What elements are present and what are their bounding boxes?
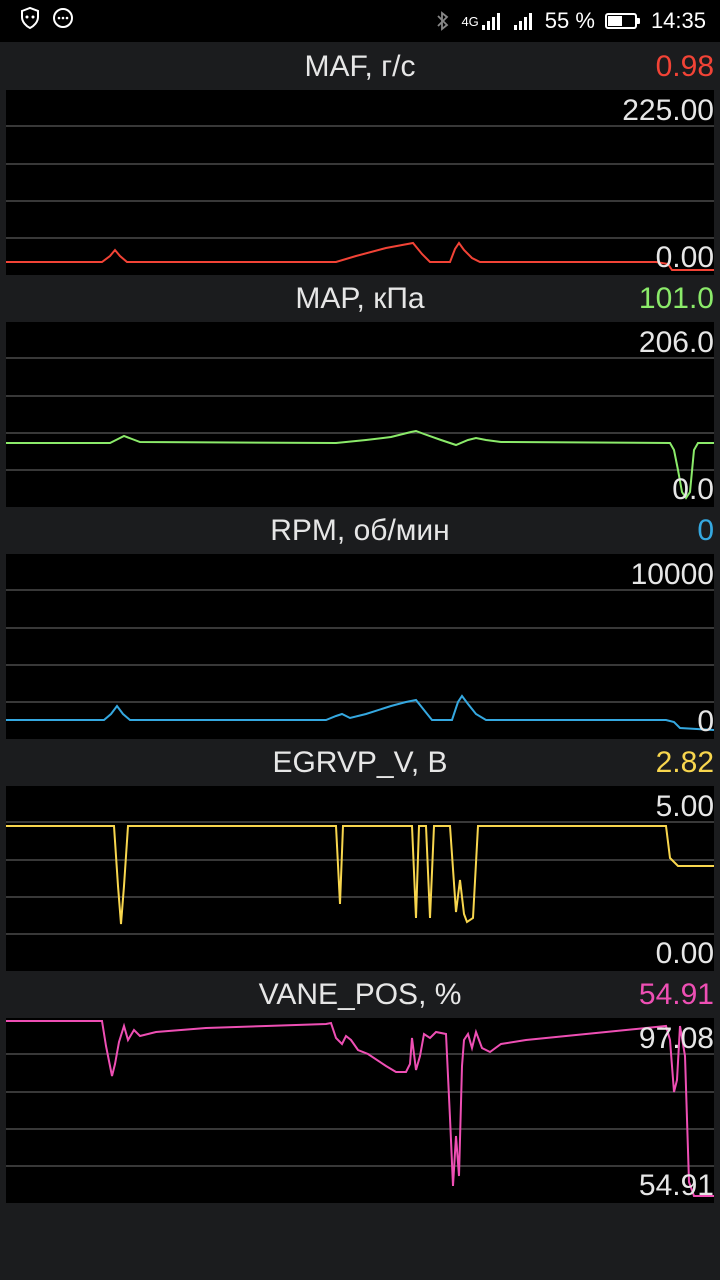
clock-time: 14:35 <box>650 8 706 33</box>
map-trace <box>6 429 714 500</box>
maf-min-label: 0.00 <box>655 241 714 274</box>
maf-title: MAF, г/с <box>304 50 416 83</box>
rpm-panel: RPM, об/мин 0 10000 0 <box>0 508 720 739</box>
vane-pos-max-label: 97.08 <box>638 1022 714 1055</box>
map-graph[interactable]: 206.0 0.0 <box>6 322 714 507</box>
map-current-value: 101.0 <box>638 282 714 315</box>
rpm-min-label: 0 <box>697 705 714 738</box>
network-signal-icon: 4G <box>461 11 502 31</box>
egrvp-title: EGRVP_V, B <box>272 746 448 779</box>
map-title: MAP, кПа <box>295 282 425 315</box>
shield-icon <box>18 6 42 36</box>
status-bar: 4G 55 % 14:35 <box>0 0 720 42</box>
vane-pos-trace <box>6 1020 714 1197</box>
egrvp-current-value: 2.82 <box>655 746 714 779</box>
vane-pos-graph[interactable]: 97.08 54.91 <box>6 1018 714 1203</box>
chat-bubble-icon <box>52 7 74 35</box>
rpm-trace <box>6 694 714 731</box>
egrvp-min-label: 0.00 <box>655 937 714 970</box>
maf-max-label: 225.00 <box>622 94 714 127</box>
vane-pos-panel: VANE_POS, % 54.91 97.08 54.91 <box>0 972 720 1203</box>
maf-trace <box>6 241 714 271</box>
bluetooth-icon <box>435 10 451 32</box>
rpm-graph[interactable]: 10000 0 <box>6 554 714 739</box>
maf-current-value: 0.98 <box>655 50 714 83</box>
network-type-label: 4G <box>461 13 479 29</box>
bottom-area <box>0 1204 720 1280</box>
map-min-label: 0.0 <box>672 473 714 506</box>
egrvp-max-label: 5.00 <box>655 790 714 823</box>
rpm-current-value: 0 <box>697 514 714 547</box>
egrvp-panel: EGRVP_V, B 2.82 5.00 0.00 <box>0 740 720 971</box>
battery-icon <box>604 13 640 29</box>
vane-pos-min-label: 54.91 <box>638 1169 714 1202</box>
vane-pos-title: VANE_POS, % <box>258 978 462 1011</box>
vane-pos-current-value: 54.91 <box>638 978 714 1011</box>
battery-percent: 55 % <box>544 8 595 33</box>
egrvp-trace <box>6 825 714 925</box>
map-max-label: 206.0 <box>638 326 714 359</box>
egrvp-graph[interactable]: 5.00 0.00 <box>6 786 714 971</box>
maf-panel: MAF, г/с 0.98 225.00 0.00 <box>0 44 720 275</box>
map-panel: MAP, кПа 101.0 206.0 0.0 <box>0 276 720 507</box>
rpm-title: RPM, об/мин <box>270 514 450 547</box>
maf-graph[interactable]: 225.00 0.00 <box>6 90 714 275</box>
rpm-max-label: 10000 <box>630 558 714 591</box>
signal-strength-icon <box>513 11 535 31</box>
